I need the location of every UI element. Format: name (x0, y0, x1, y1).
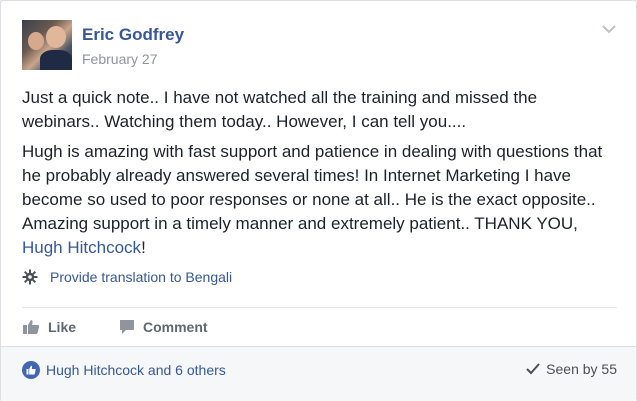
author-avatar[interactable] (22, 20, 72, 70)
actions-divider (22, 307, 617, 308)
thumbs-up-icon (23, 320, 40, 334)
post-body: Just a quick note.. I have not watched a… (22, 86, 617, 266)
like-label: Like (48, 319, 77, 335)
reactions-text: Hugh Hitchcock and 6 others (46, 362, 226, 378)
chevron-down-icon[interactable] (601, 23, 617, 35)
like-reaction-icon (22, 361, 40, 379)
post-paragraph-1: Just a quick note.. I have not watched a… (22, 88, 538, 131)
translation-label: Provide translation to Bengali (50, 269, 233, 285)
mention-link[interactable]: Hugh Hitchcock (22, 238, 141, 257)
comment-bubble-icon (120, 320, 134, 334)
comment-button[interactable]: Comment (119, 317, 208, 337)
author-name[interactable]: Eric Godfrey (82, 25, 184, 45)
post-date[interactable]: February 27 (82, 51, 157, 67)
comment-label: Comment (143, 319, 208, 335)
post-paragraph-2: Hugh is amazing with fast support and pa… (22, 140, 617, 260)
post-footer: Hugh Hitchcock and 6 others Seen by 55 (1, 346, 636, 401)
translation-link[interactable]: Provide translation to Bengali (22, 269, 232, 285)
checkmark-icon (526, 363, 540, 375)
gear-icon (22, 269, 38, 285)
like-button[interactable]: Like (22, 317, 76, 337)
post-paragraph-2-text: Hugh is amazing with fast support and pa… (22, 142, 603, 233)
reactions-summary[interactable]: Hugh Hitchcock and 6 others (22, 361, 226, 379)
seen-count: Seen by 55 (526, 361, 617, 377)
post-paragraph-2-end: ! (141, 238, 146, 257)
post-card: Eric Godfrey February 27 Just a quick no… (0, 0, 637, 401)
seen-text: Seen by 55 (546, 361, 617, 377)
